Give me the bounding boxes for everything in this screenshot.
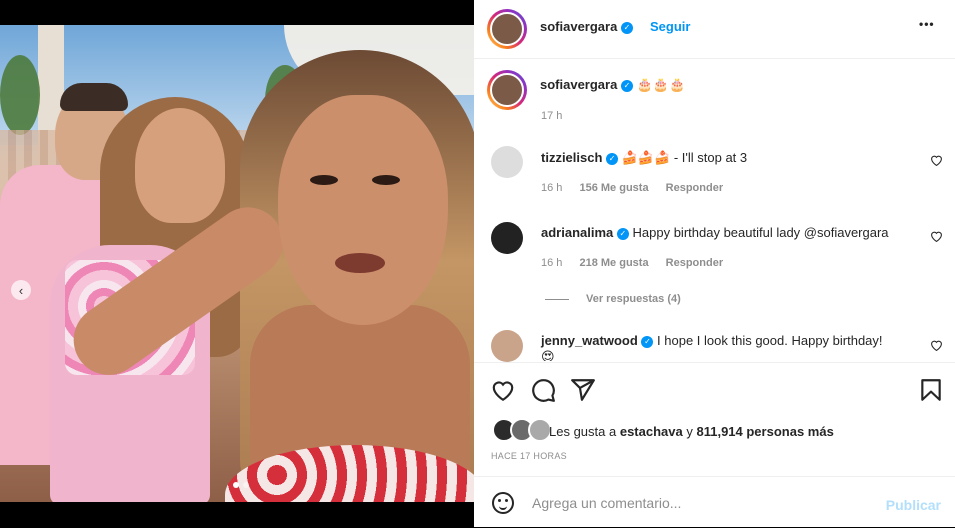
commenter-avatar[interactable] (491, 146, 523, 178)
bookmark-icon[interactable] (918, 377, 944, 403)
comment-likes[interactable]: 218 Me gusta (579, 257, 648, 269)
post-actions-bar (474, 362, 955, 417)
comment-text-extra: 😍 (541, 349, 555, 361)
photo-lips (335, 253, 385, 273)
share-icon[interactable] (570, 377, 596, 403)
reply-button[interactable]: Responder (666, 182, 723, 194)
post-timestamp[interactable]: HACE 17 HORAS (491, 451, 567, 461)
comment-input[interactable] (530, 490, 874, 516)
comment-likes[interactable]: 156 Me gusta (579, 182, 648, 194)
follow-button[interactable]: Seguir (650, 19, 690, 34)
photo-eye (372, 175, 400, 185)
carousel-prev-button[interactable]: ‹ (11, 280, 31, 300)
carousel-dot (243, 482, 249, 488)
verified-icon: ✓ (641, 335, 654, 348)
comment-icon[interactable] (530, 377, 556, 403)
verified-icon: ✓ (620, 79, 633, 92)
emoji-icon[interactable] (492, 492, 514, 514)
caption-time: 17 h (541, 110, 563, 122)
caption-author-avatar[interactable] (487, 70, 527, 110)
commenter-avatar[interactable] (491, 330, 523, 362)
replies-divider (545, 299, 569, 300)
liker-username[interactable]: estachava (620, 424, 683, 439)
caption-text: 🎂🎂🎂 (636, 77, 686, 92)
likes-summary: Les gusta a estachava y 811,914 personas… (549, 424, 834, 439)
heart-icon[interactable] (490, 377, 516, 403)
comment-username[interactable]: adrianalima (541, 225, 613, 240)
comment-time: 16 h (541, 257, 563, 269)
publish-button[interactable]: Publicar (886, 497, 941, 513)
likes-connector: y (686, 424, 693, 439)
commenter-avatar[interactable] (491, 222, 523, 254)
caption-username[interactable]: sofiavergara (540, 77, 617, 92)
more-options-icon[interactable]: ••• (919, 17, 935, 31)
post-side-panel: sofiavergara ✓ Seguir ••• sofiavergara ✓… (474, 0, 955, 527)
photo-person-middle-face (135, 108, 225, 223)
post-photo[interactable]: ‹ (0, 25, 474, 502)
photo-person-right-face (278, 95, 448, 325)
likes-prefix: Les gusta a (549, 424, 617, 439)
author-username-header[interactable]: sofiavergara ✓ (540, 19, 633, 34)
carousel-indicator (233, 482, 249, 488)
comment-text: Happy birthday beautiful lady @sofiaverg… (632, 225, 889, 240)
photo-tree (0, 55, 40, 135)
comment-username[interactable]: tizzielisch (541, 150, 602, 165)
verified-icon: ✓ (616, 227, 629, 240)
comment-text-line: jenny_watwood ✓ I hope I look this good.… (541, 333, 883, 348)
comment-text: I hope I look this good. Happy birthday! (657, 333, 883, 348)
comment-like-heart-icon[interactable] (930, 230, 943, 245)
comment-like-heart-icon[interactable] (930, 339, 943, 354)
comment-time: 16 h (541, 182, 563, 194)
comment-text-line: adrianalima ✓ Happy birthday beautiful l… (541, 225, 889, 240)
photo-person-left-hair (60, 83, 128, 111)
comment-like-heart-icon[interactable] (930, 154, 943, 169)
carousel-dot-active (233, 482, 239, 488)
verified-icon: ✓ (606, 152, 619, 165)
author-avatar[interactable] (487, 9, 527, 49)
comment-username[interactable]: jenny_watwood (541, 333, 638, 348)
verified-icon: ✓ (620, 21, 633, 34)
comment-meta: 16 h 156 Me gusta Responder (541, 182, 737, 194)
instagram-post-modal: ‹ sofiavergara ✓ Seguir ••• sofiavergara… (0, 0, 955, 527)
liked-by-avatars[interactable] (492, 418, 552, 442)
comment-text-line: tizzielisch ✓ 🍰🍰🍰 - I'll stop at 3 (541, 150, 747, 166)
add-comment-bar: Publicar (474, 476, 955, 528)
photo-eye (310, 175, 338, 185)
caption-line: sofiavergara ✓ 🎂🎂🎂 (540, 77, 685, 93)
comment-meta: 16 h 218 Me gusta Responder (541, 257, 737, 269)
view-replies-button[interactable]: Ver respuestas (4) (586, 293, 681, 305)
reply-button[interactable]: Responder (666, 257, 723, 269)
comment-text: 🍰🍰🍰 - I'll stop at 3 (621, 150, 748, 165)
post-header: sofiavergara ✓ Seguir ••• (474, 0, 955, 59)
likes-count[interactable]: 811,914 personas más (696, 424, 833, 439)
